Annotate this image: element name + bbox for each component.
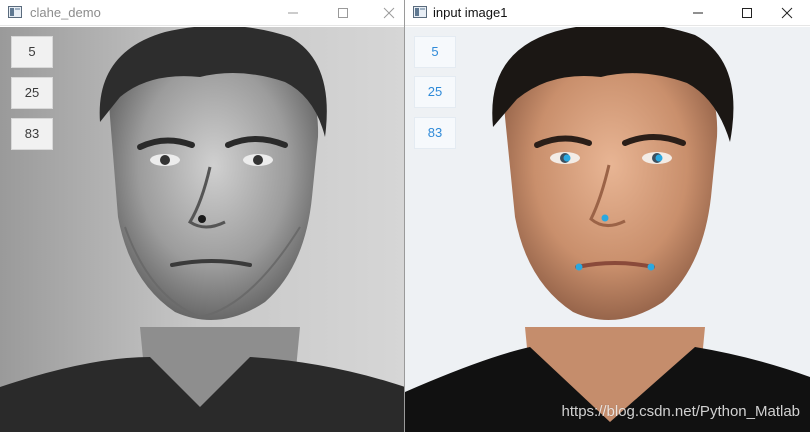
nose-tip-landmark <box>601 214 609 222</box>
value-button-25[interactable]: 25 <box>12 78 52 108</box>
clahe-demo-window: clahe_demo 5 25 83 <box>0 0 405 432</box>
value-button-25[interactable]: 25 <box>415 77 455 107</box>
title-bar[interactable]: clahe_demo <box>0 0 404 26</box>
minimize-icon <box>288 12 298 14</box>
maximize-button[interactable] <box>320 0 366 26</box>
close-icon <box>781 7 793 19</box>
close-icon <box>383 7 395 19</box>
right-eye-landmark <box>655 154 663 162</box>
mouth-left-landmark <box>575 263 583 271</box>
opencv-window-icon <box>413 6 427 18</box>
input-color-face-image <box>405 27 810 432</box>
clahe-grayscale-face-image <box>0 27 404 432</box>
minimize-icon <box>693 12 703 14</box>
title-bar[interactable]: input image1 <box>405 0 810 26</box>
maximize-icon <box>338 8 348 18</box>
window-title: clahe_demo <box>30 5 101 20</box>
input-image-window: input image1 5 25 83 https://blog.csdn.n… <box>405 0 810 432</box>
window-title: input image1 <box>433 5 508 20</box>
mouth-right-landmark <box>647 263 655 271</box>
value-button-83[interactable]: 83 <box>415 118 455 148</box>
minimize-button[interactable] <box>675 0 721 26</box>
opencv-window-icon <box>8 6 22 18</box>
close-button[interactable] <box>764 0 810 26</box>
value-button-5[interactable]: 5 <box>415 37 455 67</box>
close-button[interactable] <box>366 0 404 26</box>
clahe-image-view: 5 25 83 <box>0 27 404 432</box>
maximize-icon <box>742 8 752 18</box>
input-image-view: 5 25 83 https://blog.csdn.net/Python_Mat… <box>405 27 810 432</box>
minimize-button[interactable] <box>270 0 316 26</box>
value-button-83[interactable]: 83 <box>12 119 52 149</box>
value-button-5[interactable]: 5 <box>12 37 52 67</box>
left-eye-landmark <box>563 154 571 162</box>
watermark-text: https://blog.csdn.net/Python_Matlab <box>561 403 800 420</box>
